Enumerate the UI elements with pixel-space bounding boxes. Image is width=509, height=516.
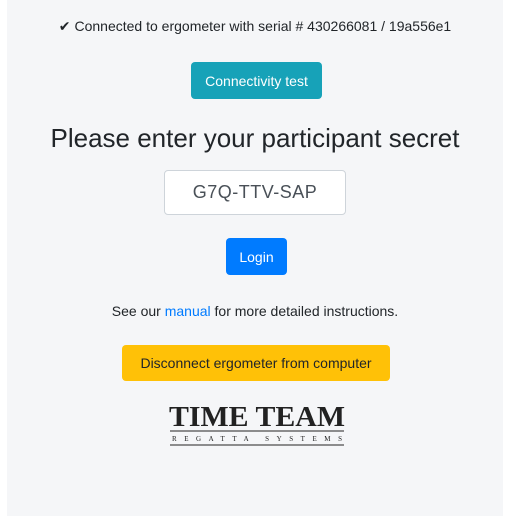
logo-title: TIME TEAM <box>169 401 345 433</box>
time-team-logo: TIME TEAM REGATTA SYSTEMS <box>169 401 345 446</box>
connection-status-text: Connected to ergometer with serial # 430… <box>74 18 452 34</box>
manual-link[interactable]: manual <box>165 303 211 319</box>
disconnect-ergometer-button[interactable]: Disconnect ergometer from computer <box>122 345 390 381</box>
page-title: Please enter your participant secret <box>50 123 460 153</box>
connection-status: ✔ Connected to ergometer with serial # 43… <box>7 18 503 35</box>
instructions-suffix: for more detailed instructions. <box>210 303 399 319</box>
participant-secret-input[interactable] <box>164 170 346 215</box>
login-button[interactable]: Login <box>226 238 287 275</box>
check-icon: ✔ <box>58 18 71 34</box>
login-panel: ✔ Connected to ergometer with serial # 43… <box>7 0 503 516</box>
instructions-prefix: See our <box>111 303 165 319</box>
instructions-text: See our manual for more detailed instruc… <box>7 303 503 319</box>
logo-subtitle: REGATTA SYSTEMS <box>172 435 342 443</box>
connectivity-test-button[interactable]: Connectivity test <box>191 62 322 99</box>
